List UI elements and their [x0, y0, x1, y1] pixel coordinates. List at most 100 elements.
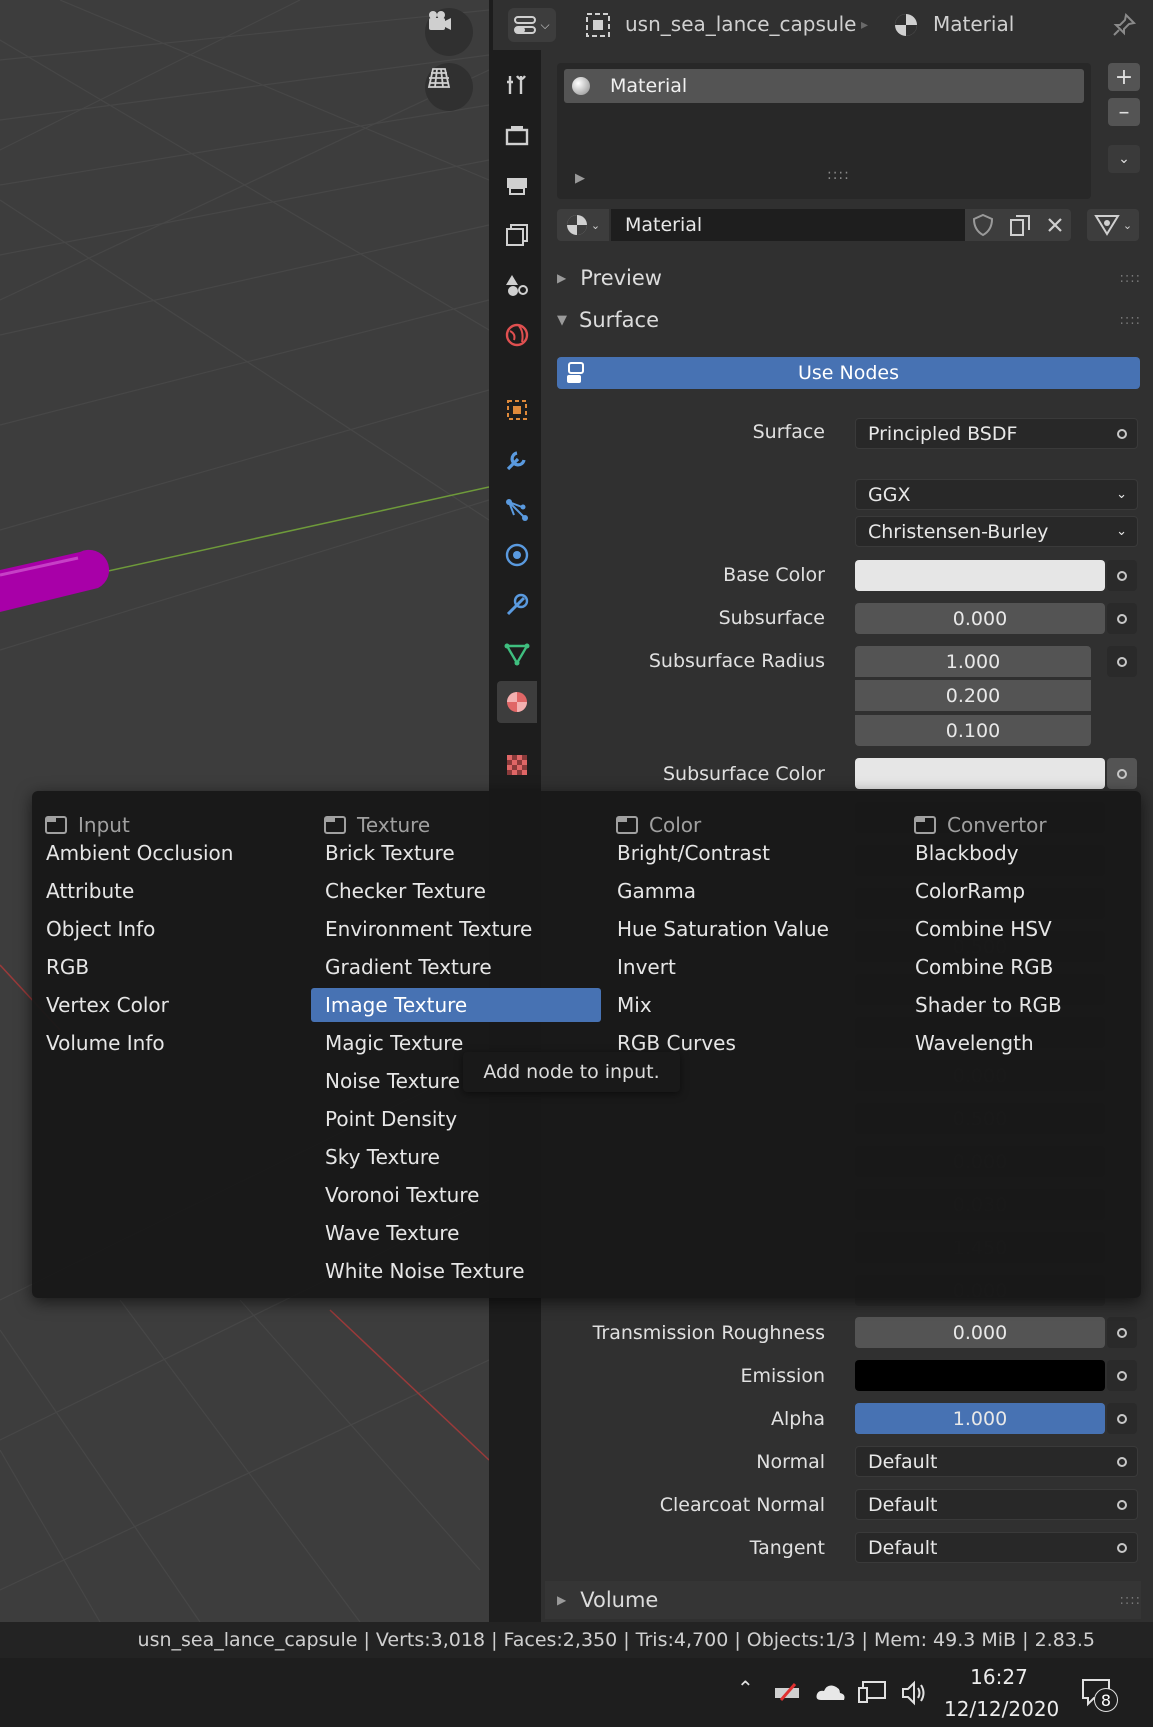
tab-texture[interactable] [497, 744, 537, 786]
menu-item[interactable]: Shader to RGB [915, 988, 1062, 1022]
menu-item[interactable]: ColorRamp [915, 874, 1025, 908]
camera-view-button[interactable] [425, 8, 473, 56]
list-item[interactable]: Material [564, 69, 1084, 103]
menu-item[interactable]: Gamma [617, 874, 696, 908]
menu-item[interactable]: Attribute [46, 874, 134, 908]
show-hidden-icons-icon[interactable]: ⌃ [737, 1676, 754, 1700]
menu-item[interactable]: Object Info [46, 912, 155, 946]
menu-item[interactable]: Ambient Occlusion [46, 836, 233, 870]
subsurface-radius-z[interactable]: 0.100 [855, 715, 1091, 746]
panel-preview[interactable]: ▶ Preview :::: [557, 259, 1141, 297]
emission-socket[interactable] [1107, 1360, 1137, 1391]
subsurface-radius-y[interactable]: 0.200 [855, 680, 1091, 711]
tangent-field[interactable]: Default [855, 1532, 1138, 1563]
subsurface-method-dropdown[interactable]: Christensen-Burley ⌄ [855, 516, 1138, 547]
drag-handle-icon[interactable]: :::: [1119, 1593, 1141, 1608]
socket-icon [1117, 428, 1127, 439]
subsurface-field[interactable]: 0.000 [855, 603, 1105, 634]
menu-item[interactable]: Noise Texture [325, 1064, 460, 1098]
tab-output[interactable] [497, 164, 537, 206]
subsurface-color-socket[interactable] [1107, 758, 1137, 789]
menu-item[interactable]: Brick Texture [325, 836, 455, 870]
fake-user-shield-icon[interactable] [971, 213, 995, 237]
tab-scene[interactable] [497, 264, 537, 306]
volume-icon[interactable] [900, 1680, 928, 1706]
menu-item[interactable]: Blackbody [915, 836, 1019, 870]
network-icon[interactable] [857, 1680, 887, 1706]
material-name-field[interactable]: Material [611, 209, 965, 241]
tab-particles[interactable] [497, 489, 537, 531]
material-icon [507, 692, 527, 712]
menu-item[interactable]: RGB [46, 950, 89, 984]
menu-item[interactable]: Bright/Contrast [617, 836, 770, 870]
panel-surface[interactable]: ▼ Surface :::: [557, 301, 1141, 339]
close-icon[interactable] [1045, 215, 1065, 235]
menu-item[interactable]: Image Texture [311, 988, 601, 1022]
clearcoat-normal-field[interactable]: Default [855, 1489, 1138, 1520]
transmission-roughness-socket[interactable] [1107, 1317, 1137, 1348]
alpha-slider[interactable]: 1.000 [855, 1403, 1105, 1434]
pin-icon[interactable] [1111, 12, 1137, 38]
menu-item[interactable]: Sky Texture [325, 1140, 440, 1174]
tab-world[interactable] [497, 314, 537, 356]
material-slot-list[interactable]: Material ▶ :::: [557, 63, 1091, 199]
menu-item[interactable]: Magic Texture [325, 1026, 463, 1060]
link-menu-button[interactable]: ⌄ [1087, 209, 1139, 241]
clock-time[interactable]: 16:27 [948, 1665, 1050, 1689]
use-nodes-button[interactable]: Use Nodes [557, 357, 1140, 389]
drag-handle-icon[interactable]: :::: [1119, 313, 1141, 328]
subsurface-radius-socket[interactable] [1107, 646, 1137, 677]
duplicate-icon[interactable] [1008, 213, 1032, 237]
menu-item[interactable]: Point Density [325, 1102, 457, 1136]
menu-item[interactable]: Voronoi Texture [325, 1178, 479, 1212]
panel-volume[interactable]: ▶ Volume :::: [545, 1581, 1141, 1619]
menu-item[interactable]: Vertex Color [46, 988, 169, 1022]
menu-item[interactable]: Checker Texture [325, 874, 486, 908]
subsurface-socket[interactable] [1107, 603, 1137, 634]
clock-date[interactable]: 12/12/2020 [944, 1697, 1059, 1721]
editor-type-menu[interactable]: ⌵ [508, 8, 556, 42]
onedrive-cloud-icon[interactable] [815, 1682, 847, 1702]
alpha-socket[interactable] [1107, 1403, 1137, 1434]
add-slot-button[interactable]: + [1108, 63, 1140, 91]
subsurface-color-swatch[interactable] [855, 758, 1105, 789]
menu-item[interactable]: Environment Texture [325, 912, 532, 946]
tab-physics[interactable] [497, 534, 537, 576]
tab-constraints[interactable] [497, 584, 537, 626]
usb-drive-icon[interactable] [773, 1680, 803, 1704]
menu-item[interactable]: Volume Info [46, 1026, 165, 1060]
surface-shader-field[interactable]: Principled BSDF [855, 418, 1138, 449]
subsurface-radius-x[interactable]: 1.000 [855, 646, 1091, 677]
menu-item[interactable]: Combine HSV [915, 912, 1052, 946]
menu-item[interactable]: Gradient Texture [325, 950, 492, 984]
menu-item[interactable]: Invert [617, 950, 676, 984]
menu-item[interactable]: Combine RGB [915, 950, 1053, 984]
distribution-dropdown[interactable]: GGX ⌄ [855, 479, 1138, 510]
normal-field[interactable]: Default [855, 1446, 1138, 1477]
tab-object[interactable] [497, 389, 537, 431]
tab-tool[interactable] [497, 64, 537, 106]
menu-item[interactable]: Wave Texture [325, 1216, 459, 1250]
tab-render[interactable] [497, 114, 537, 156]
drag-handle-icon[interactable]: :::: [1119, 271, 1141, 286]
menu-item[interactable]: Mix [617, 988, 652, 1022]
menu-column-header: Texture [323, 813, 430, 837]
resize-handle[interactable]: :::: [827, 167, 850, 183]
base-color-swatch[interactable] [855, 560, 1105, 591]
tab-material[interactable] [497, 681, 537, 723]
base-color-socket[interactable] [1107, 560, 1137, 591]
tab-data[interactable] [497, 633, 537, 675]
browse-material-button[interactable]: ⌄ [557, 209, 609, 241]
expand-arrow-icon[interactable]: ▶ [575, 171, 585, 186]
remove-slot-button[interactable]: – [1108, 98, 1140, 126]
menu-item[interactable]: Hue Saturation Value [617, 912, 829, 946]
emission-color-swatch[interactable] [855, 1360, 1105, 1391]
tab-modifiers[interactable] [497, 439, 537, 481]
menu-item[interactable]: White Noise Texture [325, 1254, 525, 1288]
menu-item[interactable]: Wavelength [915, 1026, 1034, 1060]
slot-specials-menu[interactable]: ⌄ [1108, 145, 1140, 173]
chevron-down-icon: ⌄ [1118, 151, 1130, 167]
tab-view-layer[interactable] [497, 214, 537, 256]
transmission-roughness-field[interactable]: 0.000 [855, 1317, 1105, 1348]
ortho-toggle-button[interactable] [425, 63, 473, 111]
